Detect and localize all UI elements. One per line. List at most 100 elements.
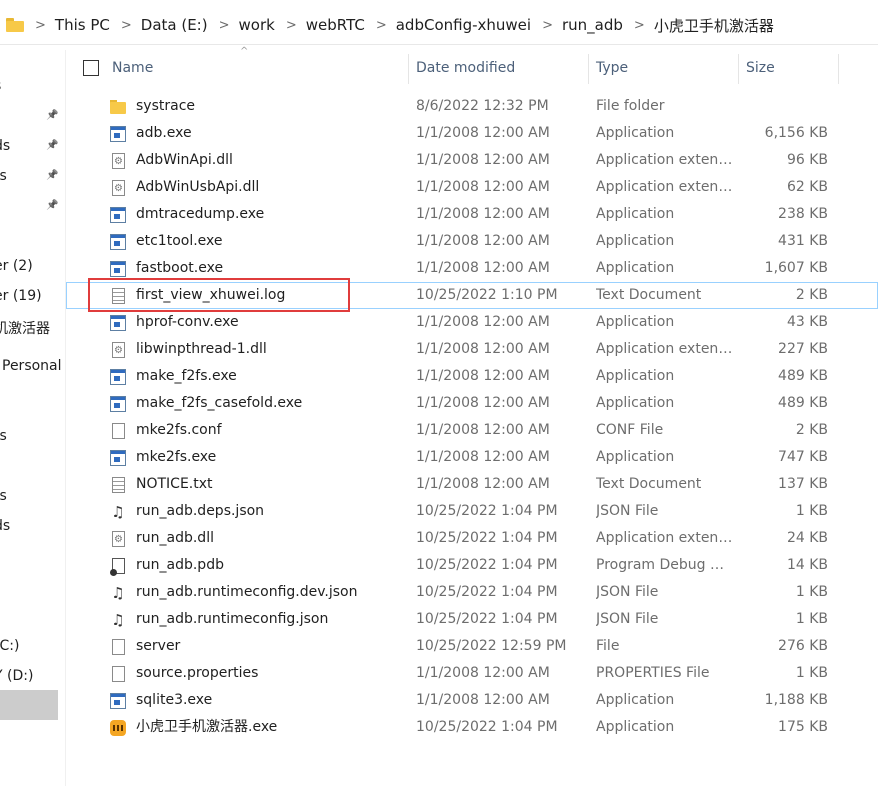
- file-row[interactable]: mke2fs.conf 1/1/2008 12:00 AM CONF File 2 K…: [66, 417, 878, 444]
- column-size[interactable]: Size: [746, 52, 775, 84]
- breadcrumb-label[interactable]: run_adb: [562, 16, 623, 34]
- file-size: 431 KB: [778, 233, 828, 249]
- file-row[interactable]: NOTICE.txt 1/1/2008 12:00 AM Text Document…: [66, 471, 878, 498]
- chevron-right-icon[interactable]: >: [542, 18, 553, 33]
- file-date-modified: 8/6/2022 12:32 PM: [416, 98, 549, 114]
- pin-icon[interactable]: 📌: [46, 110, 58, 122]
- column-type[interactable]: Type: [596, 52, 628, 84]
- chevron-right-icon[interactable]: >: [219, 18, 230, 33]
- nav-item[interactable]: ts: [0, 488, 7, 504]
- column-separator[interactable]: [408, 54, 409, 84]
- column-separator[interactable]: [588, 54, 589, 84]
- file-type: PROPERTIES File: [596, 665, 710, 681]
- breadcrumb-label[interactable]: This PC: [55, 16, 110, 34]
- column-name[interactable]: Name: [112, 52, 153, 84]
- breadcrumb-segment[interactable]: > run_adb: [531, 16, 623, 34]
- pin-icon[interactable]: 📌: [46, 140, 58, 152]
- file-row[interactable]: run_adb.dll 10/25/2022 1:04 PM Application…: [66, 525, 878, 553]
- file-row[interactable]: hprof-conv.exe 1/1/2008 12:00 AM Applicati…: [66, 309, 878, 336]
- nav-item[interactable]: (C:): [0, 638, 19, 654]
- chevron-right-icon[interactable]: >: [286, 18, 297, 33]
- file-row[interactable]: mke2fs.exe 1/1/2008 12:00 AM Application 74…: [66, 444, 878, 471]
- file-name: make_f2fs.exe: [136, 368, 237, 384]
- nav-item[interactable]: ds: [0, 518, 10, 534]
- file-row[interactable]: first_view_xhuwei.log 10/25/2022 1:10 PM T…: [66, 282, 878, 309]
- nav-item[interactable]: er (2): [0, 258, 33, 274]
- file-type: Application: [596, 314, 675, 330]
- nav-item[interactable]: ds: [0, 138, 10, 154]
- file-size: 1 KB: [795, 611, 828, 627]
- breadcrumb-label[interactable]: Data (E:): [141, 16, 208, 34]
- file-icon: [112, 666, 125, 682]
- file-row[interactable]: ♫ run_adb.runtimeconfig.json 10/25/2022 1:…: [66, 606, 878, 633]
- file-name: etc1tool.exe: [136, 233, 223, 249]
- file-name: AdbWinUsbApi.dll: [136, 179, 260, 195]
- file-size: 1,188 KB: [764, 692, 828, 708]
- breadcrumb-label[interactable]: adbConfig-xhuwei: [396, 16, 531, 34]
- file-row[interactable]: libwinpthread-1.dll 1/1/2008 12:00 AM Appl…: [66, 336, 878, 364]
- file-icon: [112, 423, 125, 439]
- file-row[interactable]: fastboot.exe 1/1/2008 12:00 AM Application…: [66, 255, 878, 282]
- pin-icon[interactable]: 📌: [46, 200, 58, 212]
- chevron-right-icon[interactable]: >: [634, 18, 645, 33]
- nav-item[interactable]: [0, 690, 58, 720]
- application-icon: [110, 450, 126, 466]
- file-type: JSON File: [596, 611, 659, 627]
- file-size: 2 KB: [795, 422, 828, 438]
- file-row[interactable]: dmtracedump.exe 1/1/2008 12:00 AM Applicat…: [66, 201, 878, 228]
- pdb-icon: [110, 558, 125, 576]
- column-date-modified[interactable]: Date modified: [416, 52, 515, 84]
- file-row[interactable]: AdbWinUsbApi.dll 1/1/2008 12:00 AM Applica…: [66, 174, 878, 202]
- file-type: CONF File: [596, 422, 664, 438]
- nav-item[interactable]: 机激活器: [0, 318, 50, 338]
- nav-item[interactable]: er (19): [0, 288, 42, 304]
- file-row[interactable]: run_adb.pdb 10/25/2022 1:04 PM Program Deb…: [66, 552, 878, 579]
- file-row[interactable]: sqlite3.exe 1/1/2008 12:00 AM Application 1…: [66, 687, 878, 714]
- breadcrumb-segment[interactable]: > work: [208, 16, 275, 34]
- nav-item[interactable]: ts: [0, 428, 7, 444]
- file-row[interactable]: make_f2fs_casefold.exe 1/1/2008 12:00 AM A…: [66, 390, 878, 417]
- dll-icon: [112, 337, 125, 364]
- file-date-modified: 1/1/2008 12:00 AM: [416, 314, 550, 330]
- file-type: Application extens...: [596, 179, 734, 195]
- file-row[interactable]: ♫ run_adb.runtimeconfig.dev.json 10/25/202…: [66, 579, 878, 606]
- pin-icon[interactable]: 📌: [46, 170, 58, 182]
- file-row[interactable]: ♫ run_adb.deps.json 10/25/2022 1:04 PM JSON…: [66, 498, 878, 525]
- breadcrumb-segment[interactable]: > adbConfig-xhuwei: [365, 16, 531, 34]
- breadcrumb-segment[interactable]: > webRTC: [275, 16, 365, 34]
- file-size: 14 KB: [786, 557, 828, 573]
- file-row[interactable]: server 10/25/2022 12:59 PM File 276 KB: [66, 633, 878, 660]
- file-row[interactable]: etc1tool.exe 1/1/2008 12:00 AM Application…: [66, 228, 878, 255]
- breadcrumb-label[interactable]: webRTC: [306, 16, 365, 34]
- breadcrumb-segment[interactable]: > 小虎卫手机激活器: [623, 15, 774, 36]
- file-row[interactable]: make_f2fs.exe 1/1/2008 12:00 AM Applicatio…: [66, 363, 878, 390]
- application-icon: [110, 234, 126, 250]
- chevron-right-icon[interactable]: >: [35, 18, 46, 33]
- file-type: JSON File: [596, 503, 659, 519]
- nav-item[interactable]: Personal: [2, 358, 62, 374]
- file-date-modified: 1/1/2008 12:00 AM: [416, 125, 550, 141]
- application-icon: [110, 396, 126, 412]
- nav-item[interactable]: ts: [0, 168, 7, 184]
- chevron-right-icon[interactable]: >: [376, 18, 387, 33]
- breadcrumb-segment[interactable]: > This PC: [24, 16, 110, 34]
- file-row[interactable]: systrace 8/6/2022 12:32 PM File folder: [66, 93, 878, 120]
- file-row[interactable]: AdbWinApi.dll 1/1/2008 12:00 AM Applicatio…: [66, 147, 878, 175]
- file-name: server: [136, 638, 181, 654]
- nav-item[interactable]: Y (D:): [0, 668, 33, 684]
- chevron-right-icon[interactable]: >: [121, 18, 132, 33]
- breadcrumb-label[interactable]: work: [239, 16, 275, 34]
- file-type: Text Document: [596, 287, 702, 303]
- file-date-modified: 1/1/2008 12:00 AM: [416, 341, 550, 357]
- address-bar[interactable]: > This PC > Data (E:) > work > webRTC > adbConfig…: [0, 0, 878, 50]
- breadcrumb-segment[interactable]: > Data (E:): [110, 16, 208, 34]
- column-separator[interactable]: [838, 54, 839, 84]
- breadcrumb-label[interactable]: 小虎卫手机激活器: [654, 15, 774, 36]
- file-row[interactable]: adb.exe 1/1/2008 12:00 AM Application 6,156…: [66, 120, 878, 147]
- file-row[interactable]: source.properties 1/1/2008 12:00 AM PROPER…: [66, 660, 878, 687]
- file-type: Application: [596, 719, 675, 735]
- column-separator[interactable]: [738, 54, 739, 84]
- file-row[interactable]: 小虎卫手机激活器.exe 10/25/2022 1:04 PM Applicatio…: [66, 714, 878, 741]
- select-all-checkbox[interactable]: [83, 60, 99, 76]
- nav-item[interactable]: s: [0, 78, 1, 94]
